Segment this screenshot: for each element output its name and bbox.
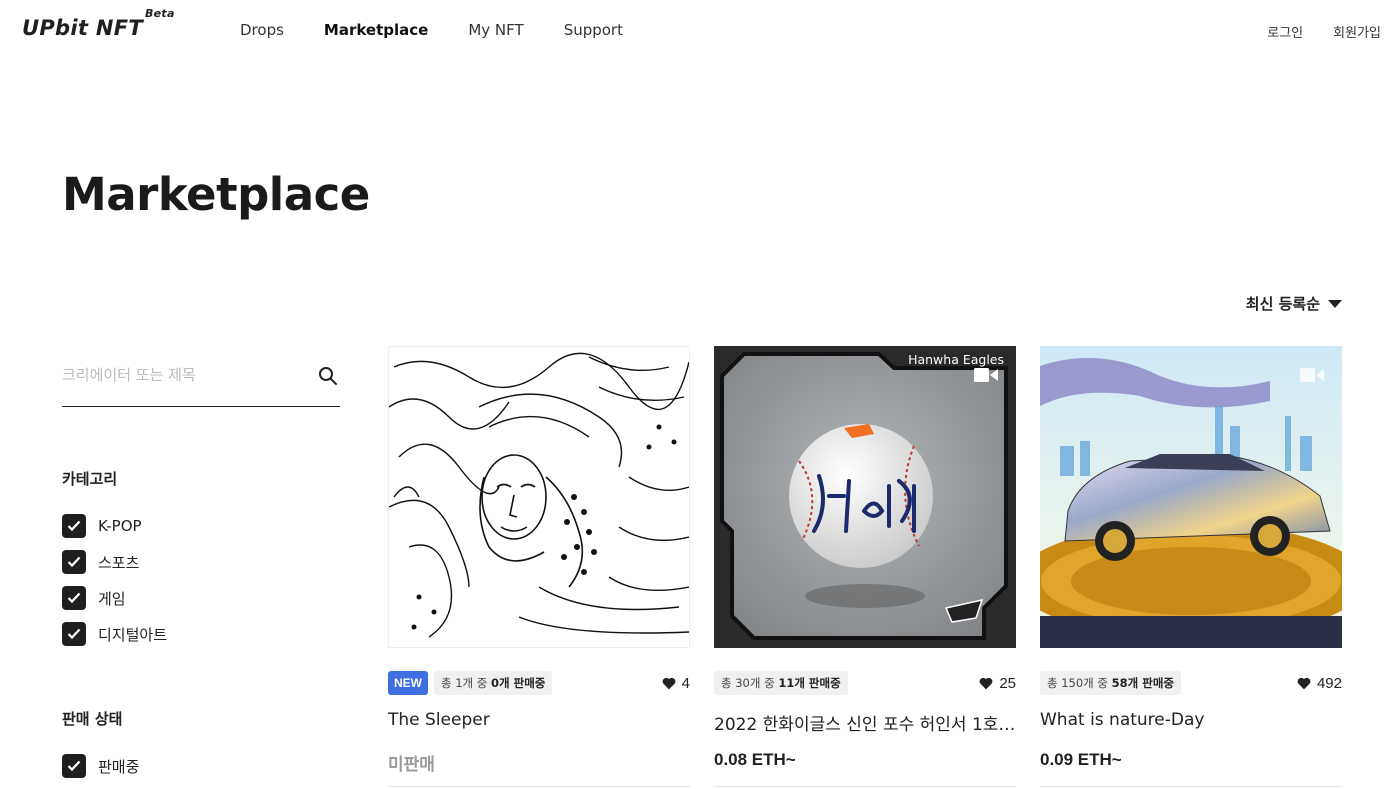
likes-count: 4 <box>681 674 690 692</box>
sale-count: 58개 판매중 <box>1111 676 1174 690</box>
sale-count-badge: 총 30개 중 11개 판매중 <box>714 671 848 695</box>
logo-text: UPbit NFT <box>22 16 143 40</box>
search-icon[interactable] <box>318 366 338 386</box>
video-icon <box>1300 368 1324 382</box>
category-label: 디지털아트 <box>98 625 168 644</box>
category-digital-art[interactable]: 디지털아트 <box>62 616 167 652</box>
upbit-nft-logo[interactable]: UPbit NFTBeta <box>22 7 175 40</box>
card-divider <box>1040 786 1342 787</box>
status-list: 판매중 <box>62 748 139 784</box>
category-sports[interactable]: 스포츠 <box>62 544 167 580</box>
card-meta: 총 30개 중 11개 판매중 25 <box>714 671 1016 695</box>
checkbox-checked[interactable] <box>62 754 86 778</box>
sale-prefix: 총 1개 중 <box>441 676 492 690</box>
search-box <box>62 352 340 407</box>
heart-icon <box>1297 677 1311 689</box>
checkbox-checked[interactable] <box>62 586 86 610</box>
likes[interactable]: 492 <box>1297 671 1342 695</box>
card-meta: 총 150개 중 58개 판매중 492 <box>1040 671 1342 695</box>
check-icon <box>67 760 81 772</box>
sketch-portrait-image <box>389 347 689 647</box>
category-title: 카테고리 <box>62 470 118 488</box>
status-on-sale[interactable]: 판매중 <box>62 748 139 784</box>
status-title: 판매 상태 <box>62 710 123 728</box>
checkbox-checked[interactable] <box>62 514 86 538</box>
card-title[interactable]: 2022 한화이글스 신인 포수 허인서 1호… <box>714 710 1016 735</box>
nft-card[interactable]: NEW 총 1개 중 0개 판매중 4 The Sleeper 미판매 <box>388 346 690 787</box>
card-price: 미판매 <box>388 755 435 775</box>
likes[interactable]: 4 <box>662 671 690 695</box>
signup-link[interactable]: 회원가입 <box>1333 22 1381 41</box>
card-divider <box>388 786 690 787</box>
brand-label: Hanwha Eagles <box>908 352 1004 367</box>
search-input[interactable] <box>62 362 302 388</box>
sale-prefix: 총 150개 중 <box>1047 676 1112 690</box>
card-divider <box>714 786 1016 787</box>
category-game[interactable]: 게임 <box>62 580 167 616</box>
sale-count-badge: 총 150개 중 58개 판매중 <box>1040 671 1181 695</box>
check-icon <box>67 592 81 604</box>
new-badge: NEW <box>388 671 428 695</box>
car-artwork-image <box>1040 346 1342 648</box>
nft-thumbnail[interactable] <box>388 346 690 648</box>
category-kpop[interactable]: K-POP <box>62 508 167 544</box>
page-title: Marketplace <box>62 168 370 221</box>
nft-card[interactable]: 총 150개 중 58개 판매중 492 What is nature-Day … <box>1040 346 1342 787</box>
checkbox-checked[interactable] <box>62 622 86 646</box>
card-price: 0.08 ETH~ <box>714 750 796 769</box>
heart-icon <box>662 677 676 689</box>
nav-marketplace[interactable]: Marketplace <box>324 21 428 39</box>
header: UPbit NFTBeta Drops Marketplace My NFT S… <box>0 0 1386 60</box>
nav-support[interactable]: Support <box>564 21 623 39</box>
heart-icon <box>979 677 993 689</box>
card-title[interactable]: The Sleeper <box>388 710 690 730</box>
card-title[interactable]: What is nature-Day <box>1040 710 1342 730</box>
chevron-down-icon <box>1328 299 1342 308</box>
likes-count: 25 <box>999 674 1016 692</box>
sale-prefix: 총 30개 중 <box>721 676 779 690</box>
check-icon <box>67 556 81 568</box>
category-label: K-POP <box>98 517 142 535</box>
checkbox-checked[interactable] <box>62 550 86 574</box>
category-label: 게임 <box>98 589 126 608</box>
category-label: 스포츠 <box>98 553 140 572</box>
sort-dropdown[interactable]: 최신 등록순 <box>1246 293 1342 314</box>
status-label: 판매중 <box>98 757 140 776</box>
likes[interactable]: 25 <box>979 671 1016 695</box>
card-meta: NEW 총 1개 중 0개 판매중 4 <box>388 671 690 695</box>
nft-thumbnail[interactable] <box>1040 346 1342 648</box>
nft-card[interactable]: Hanwha Eagles 총 30개 중 11개 판매중 25 2022 한화… <box>714 346 1016 787</box>
sale-count: 0개 판매중 <box>491 676 546 690</box>
auth-links: 로그인 회원가입 <box>1237 22 1381 41</box>
video-icon <box>974 368 998 382</box>
nav-drops[interactable]: Drops <box>240 21 284 39</box>
sale-count-badge: 총 1개 중 0개 판매중 <box>434 671 553 695</box>
baseball-image <box>714 346 1016 648</box>
category-list: K-POP 스포츠 게임 디지털아트 <box>62 508 167 652</box>
nft-thumbnail[interactable]: Hanwha Eagles <box>714 346 1016 648</box>
logo-beta: Beta <box>144 7 175 20</box>
sort-label: 최신 등록순 <box>1245 295 1320 313</box>
sale-count: 11개 판매중 <box>778 676 841 690</box>
main-nav: Drops Marketplace My NFT Support <box>240 21 663 39</box>
login-link[interactable]: 로그인 <box>1267 22 1303 41</box>
check-icon <box>67 628 81 640</box>
nav-my-nft[interactable]: My NFT <box>468 21 523 39</box>
likes-count: 492 <box>1316 674 1342 692</box>
check-icon <box>67 520 81 532</box>
card-price: 0.09 ETH~ <box>1040 750 1122 769</box>
